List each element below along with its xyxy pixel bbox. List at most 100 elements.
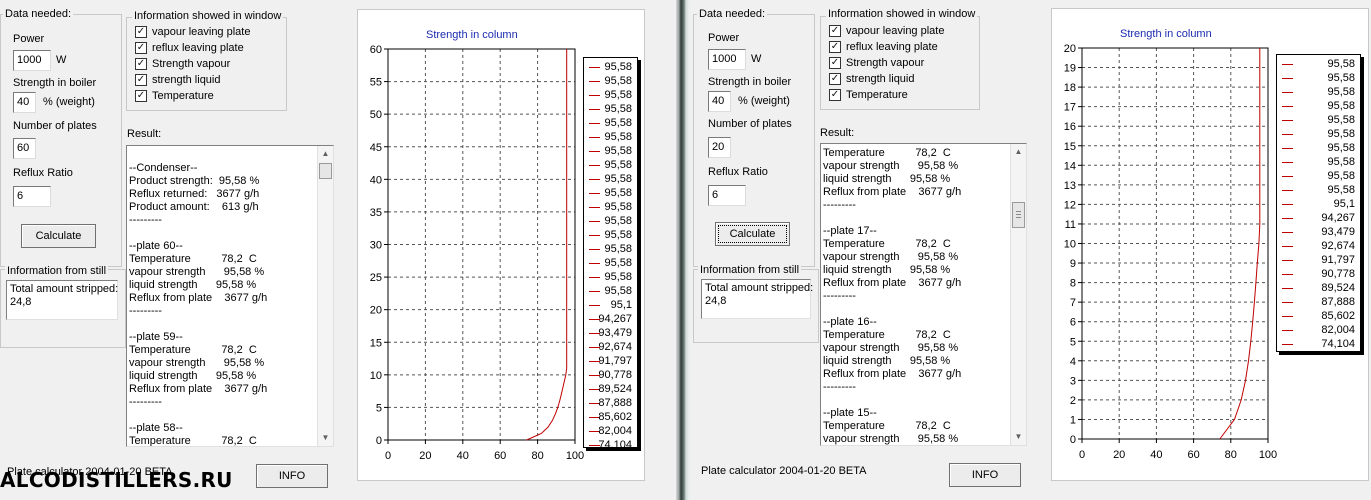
legend-entry: 93,479 [584, 326, 637, 340]
x-tick-label: 60 [494, 450, 506, 462]
info-button[interactable]: INFO [256, 464, 328, 488]
legend-value: 87,888 [598, 397, 632, 409]
legend-value: 74,104 [598, 439, 632, 451]
x-tick-label: 40 [1150, 449, 1162, 461]
legend-line-swatch [589, 207, 600, 208]
y-tick-label: 17 [1064, 102, 1076, 114]
x-tick-label: 60 [1187, 449, 1199, 461]
legend-entry: 95,58 [584, 284, 637, 298]
legend-entry: 95,58 [584, 186, 637, 200]
y-tick-label: 5 [1070, 336, 1076, 348]
x-tick-label: 100 [566, 450, 584, 462]
y-tick-label: 30 [370, 240, 382, 252]
y-tick-label: 35 [370, 207, 382, 219]
y-tick-label: 5 [376, 402, 382, 414]
legend-value: 95,58 [604, 201, 632, 213]
legend-entry: 92,674 [1277, 239, 1360, 253]
legend-entry: 89,524 [1277, 281, 1360, 295]
legend-entry: 95,58 [584, 270, 637, 284]
legend-entry: 95,1 [584, 298, 637, 312]
legend-value: 95,58 [1327, 142, 1355, 154]
chart-title: Strength in column [1120, 28, 1212, 40]
legend-line-swatch [1282, 330, 1293, 331]
legend-value: 95,58 [604, 173, 632, 185]
x-tick-label: 0 [385, 450, 391, 462]
legend-entry: 95,58 [1277, 99, 1360, 113]
y-tick-label: 0 [1070, 434, 1076, 446]
legend-value: 95,58 [1327, 58, 1355, 70]
legend-value: 94,267 [598, 313, 632, 325]
legend-value: 95,58 [1327, 156, 1355, 168]
y-tick-label: 6 [1070, 317, 1076, 329]
legend-value: 95,58 [604, 243, 632, 255]
legend-line-swatch [1282, 232, 1293, 233]
y-tick-label: 9 [1070, 258, 1076, 270]
legend-entry: 95,58 [584, 228, 637, 242]
legend-line-swatch [589, 249, 600, 250]
legend-entry: 74,104 [1277, 337, 1360, 351]
y-tick-label: 50 [370, 109, 382, 121]
legend-line-swatch [1282, 176, 1293, 177]
x-tick-label: 100 [1259, 449, 1277, 461]
x-tick-label: 20 [1113, 449, 1125, 461]
legend-entry: 94,267 [1277, 211, 1360, 225]
status-text: Plate calculator 2004-01-20 BETA [701, 465, 867, 477]
legend-entry: 95,58 [584, 200, 637, 214]
legend-value: 95,58 [604, 103, 632, 115]
legend-value: 90,778 [1321, 268, 1355, 280]
strength-chart: 0 20 40 60 80 100 0 5 10 15 20 25 30 35 40 45 50 55 60 [370, 44, 584, 462]
legend-line-swatch [1282, 288, 1293, 289]
legend-entry: 95,58 [584, 88, 637, 102]
legend-value: 95,58 [604, 229, 632, 241]
legend-line-swatch [589, 277, 600, 278]
y-tick-label: 2 [1070, 395, 1076, 407]
window-divider [676, 0, 692, 500]
y-tick-label: 11 [1065, 219, 1076, 231]
watermark-text: ALCODISTILLERS.RU [0, 468, 233, 492]
legend-entry: 92,674 [584, 340, 637, 354]
y-tick-label: 8 [1070, 278, 1076, 290]
legend-value: 95,58 [604, 89, 632, 101]
legend-entry: 95,58 [584, 144, 637, 158]
legend-line-swatch [1282, 120, 1293, 121]
y-tick-label: 60 [370, 44, 382, 56]
legend-line-swatch [1282, 64, 1293, 65]
legend-line-swatch [1282, 106, 1293, 107]
chart-title: Strength in column [426, 29, 518, 41]
y-tick-label: 40 [370, 174, 382, 186]
legend-value: 95,58 [1327, 184, 1355, 196]
legend-value: 95,58 [1327, 128, 1355, 140]
x-tick-label: 40 [457, 450, 469, 462]
legend-line-swatch [589, 81, 600, 82]
legend-entry: 95,58 [1277, 113, 1360, 127]
y-tick-label: 4 [1070, 356, 1076, 368]
y-tick-label: 15 [1064, 141, 1076, 153]
legend-value: 92,674 [598, 341, 632, 353]
calculator-window-right: Data needed: Power 1000 W Strength in bo… [692, 0, 1371, 500]
legend-entry: 95,58 [1277, 169, 1360, 183]
legend-value: 95,58 [604, 187, 632, 199]
legend-entry: 95,58 [584, 130, 637, 144]
y-tick-label: 3 [1070, 375, 1076, 387]
y-tick-label: 14 [1064, 160, 1076, 172]
legend-entry: 95,58 [1277, 71, 1360, 85]
legend-line-swatch [1282, 316, 1293, 317]
info-button[interactable]: INFO [949, 463, 1021, 487]
legend-value: 89,524 [598, 383, 632, 395]
y-tick-label: 13 [1064, 180, 1076, 192]
legend-line-swatch [589, 291, 600, 292]
legend-line-swatch [1282, 78, 1293, 79]
chart-legend: 95,58 95,58 95,58 95,58 95,58 95,58 95,58 95,58… [1276, 54, 1361, 352]
legend-entry: 95,58 [584, 116, 637, 130]
legend-entry: 91,797 [1277, 253, 1360, 267]
y-tick-label: 10 [1064, 239, 1076, 251]
legend-value: 85,602 [1321, 310, 1355, 322]
legend-entry: 85,602 [1277, 309, 1360, 323]
legend-line-swatch [1282, 190, 1293, 191]
legend-entry: 85,602 [584, 410, 637, 424]
y-tick-label: 10 [370, 370, 382, 382]
y-tick-label: 7 [1070, 297, 1076, 309]
legend-line-swatch [589, 123, 600, 124]
y-tick-label: 0 [376, 435, 382, 447]
legend-line-swatch [589, 263, 600, 264]
